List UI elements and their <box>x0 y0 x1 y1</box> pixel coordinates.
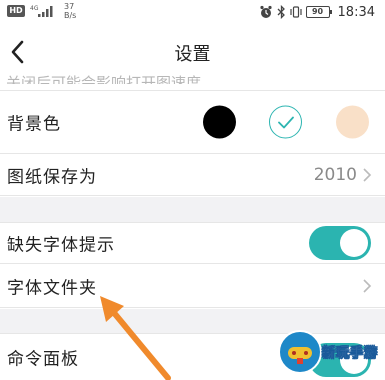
background-color-row: 背景色 <box>0 90 385 154</box>
signal-icon: 4G <box>30 5 53 17</box>
alarm-icon <box>259 5 272 18</box>
toggle-knob <box>340 346 368 374</box>
checkmark-icon <box>278 116 294 129</box>
toggle-knob <box>340 229 368 257</box>
chevron-right-icon <box>363 279 372 293</box>
section-divider <box>0 309 385 333</box>
command-panel-label: 命令面板 <box>7 349 79 370</box>
page-title: 设置 <box>174 44 211 65</box>
network-type: 4G <box>30 5 39 12</box>
vibrate-icon <box>289 6 302 18</box>
chevron-right-icon <box>363 167 372 182</box>
save-as-label: 图纸保存为 <box>7 167 97 187</box>
network-speed-unit: B/s <box>64 11 77 20</box>
nav-bar: 设置 <box>0 26 385 78</box>
missing-font-row: 缺失字体提示 <box>0 222 385 264</box>
section-divider <box>0 197 385 222</box>
color-swatch-white-selected[interactable] <box>269 105 302 139</box>
color-swatch-beige[interactable] <box>336 105 369 139</box>
hd-badge: HD <box>7 5 25 17</box>
background-color-label: 背景色 <box>7 114 61 135</box>
network-speed-value: 37 <box>64 2 75 11</box>
battery-icon: 90 <box>305 6 332 18</box>
font-folder-label: 字体文件夹 <box>7 278 97 299</box>
command-panel-toggle[interactable] <box>309 343 371 377</box>
bluetooth-icon <box>277 5 285 19</box>
color-swatch-black[interactable] <box>203 105 236 139</box>
font-folder-row[interactable]: 字体文件夹 <box>0 265 385 308</box>
clock: 18:34 <box>337 4 375 20</box>
save-as-row[interactable]: 图纸保存为 2010 <box>0 154 385 196</box>
status-bar-right: 90 18:34 <box>259 4 375 20</box>
status-bar: HD 4G 37 B/s 90 18:34 <box>0 0 385 26</box>
scrolled-off-hint: 关闭后可能会影响打开图速度 <box>6 74 202 84</box>
missing-font-label: 缺失字体提示 <box>7 235 115 256</box>
save-as-value: 2010 <box>313 164 357 185</box>
command-panel-row: 命令面板 <box>0 333 385 380</box>
missing-font-toggle[interactable] <box>309 226 371 260</box>
network-speed: 37 B/s <box>64 2 76 20</box>
